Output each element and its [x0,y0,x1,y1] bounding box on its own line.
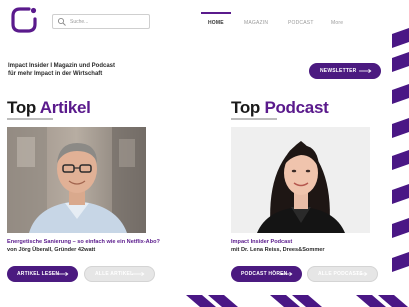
podcast-caption: Impact Insider Podcast mit Dr. Lena Reis… [231,238,325,254]
podcast-byline: mit Dr. Lena Reiss, Drees&Sommer [231,247,325,253]
heading-top-word: Top [231,98,260,117]
heading-underline [7,118,53,120]
podcast-photo[interactable] [231,127,370,233]
nav-item-podcast[interactable]: PODCAST [288,20,314,26]
heading-accent-word: Podcast [264,98,329,117]
arrow-right-icon [132,271,145,277]
alle-artikel-label: ALLE ARTIKEL [95,271,134,277]
nav-active-indicator [201,12,231,14]
article-byline: von Jörg Überall, Gründer 42watt [7,247,96,253]
search-box[interactable] [52,14,150,29]
nav-item-more[interactable]: More [331,20,343,26]
artikel-lesen-button[interactable]: ARTIKEL LESEN [7,266,78,282]
logo-icon[interactable] [9,6,39,34]
arrow-right-icon [56,271,69,277]
top-podcast-heading: Top Podcast [231,98,329,118]
newsletter-button-label: NEWSLETTER [320,68,357,74]
nav-item-home[interactable]: HOME [208,20,224,26]
search-input[interactable] [67,18,148,25]
newsletter-button[interactable]: NEWSLETTER [309,63,381,79]
search-icon [57,17,66,26]
intro-text: Impact Insider I Magazin und Podcast für… [8,62,115,78]
article-title-link[interactable]: Energetische Sanierung – so einfach wie … [7,238,160,246]
arrow-right-icon [280,271,293,277]
artikel-lesen-label: ARTIKEL LESEN [17,271,60,277]
podcast-photo-image [231,127,370,233]
article-photo[interactable] [7,127,146,233]
top-artikel-heading: Top Artikel [7,98,91,118]
podcast-hoeren-button[interactable]: PODCAST HÖREN [231,266,302,282]
intro-line-2: für mehr Impact in der Wirtschaft [8,71,103,77]
arrow-right-icon [355,271,368,277]
heading-accent-word: Artikel [39,98,91,117]
arrow-right-icon [359,68,372,74]
intro-line-1: Impact Insider I Magazin und Podcast [8,63,116,69]
alle-podcasts-button[interactable]: ALLE PODCASTS [307,266,378,282]
podcast-title-link[interactable]: Impact Insider Podcast [231,238,325,246]
heading-underline [231,118,277,120]
article-photo-image [7,127,146,233]
heading-top-word: Top [7,98,36,117]
article-caption: Energetische Sanierung – so einfach wie … [7,238,160,254]
nav-item-magazin[interactable]: MAGAZIN [244,20,268,26]
alle-artikel-button[interactable]: ALLE ARTIKEL [84,266,155,282]
